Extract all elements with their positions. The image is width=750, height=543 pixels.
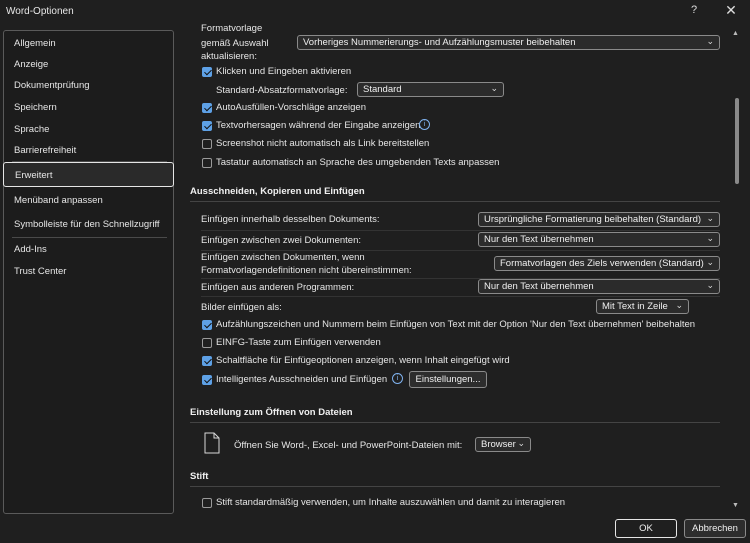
chevron-down-icon: ⌄ — [706, 213, 714, 223]
keyboard-lang-label: Tastatur automatisch an Sprache des umge… — [216, 157, 500, 168]
sidebar-divider — [12, 237, 167, 238]
paste-conflict-label-1: Einfügen zwischen Dokumenten, wenn — [201, 252, 365, 263]
format-update-dropdown[interactable]: Vorheriges Nummerierungs- und Aufzählung… — [297, 35, 720, 50]
settings-button[interactable]: Einstellungen... — [409, 371, 487, 388]
paste-within-value: Ursprüngliche Formatierung beibehalten (… — [484, 214, 702, 225]
pen-label: Stift standardmäßig verwenden, um Inhalt… — [216, 497, 566, 508]
sidebar-item-allgemein[interactable]: Allgemein — [14, 38, 56, 49]
sidebar-item-erweitert[interactable]: Erweitert — [3, 162, 174, 187]
help-icon[interactable]: ? — [687, 4, 701, 16]
scroll-up-arrow-icon[interactable]: ▲ — [732, 30, 739, 37]
chevron-down-icon: ⌄ — [490, 83, 498, 93]
smart-cut-label: Intelligentes Ausschneiden und Einfügen — [216, 374, 388, 385]
info-icon[interactable]: i — [419, 119, 430, 130]
paste-between-label: Einfügen zwischen zwei Dokumenten: — [201, 235, 362, 246]
sidebar-item-dokumentpruefung[interactable]: Dokumentprüfung — [14, 80, 90, 91]
paste-options-label: Schaltfläche für Einfügeoptionen anzeige… — [216, 355, 510, 366]
window-title: Word-Optionen — [6, 6, 74, 17]
click-type-label: Klicken und Eingeben aktivieren — [216, 66, 352, 77]
paste-within-label: Einfügen innerhalb desselben Dokuments: — [201, 214, 380, 225]
section-divider — [190, 422, 720, 423]
screenshot-link-label: Screenshot nicht automatisch als Link be… — [216, 138, 430, 149]
std-para-value: Standard — [363, 84, 402, 95]
bullets-checkbox[interactable] — [202, 320, 212, 330]
row-divider — [201, 296, 720, 297]
paste-conflict-value: Formatvorlagen des Ziels verwenden (Stan… — [500, 258, 704, 269]
open-files-label: Öffnen Sie Word-, Excel- und PowerPoint-… — [234, 440, 463, 451]
predictions-checkbox[interactable] — [202, 121, 212, 131]
images-value: Mit Text in Zeile — [602, 301, 668, 312]
scrollbar[interactable]: ▲ ▼ — [731, 28, 743, 514]
info-icon[interactable]: i — [392, 373, 403, 384]
chevron-down-icon: ⌄ — [706, 280, 714, 290]
autofill-label: AutoAusfüllen-Vorschläge anzeigen — [216, 102, 366, 113]
sidebar-item-sprache[interactable]: Sprache — [14, 124, 49, 135]
images-dropdown[interactable]: Mit Text in Zeile ⌄ — [596, 299, 689, 314]
options-panel: Formatvorlage gemäß Auswahl aktualisiere… — [178, 24, 730, 516]
section-divider — [190, 201, 720, 202]
paste-conflict-dropdown[interactable]: Formatvorlagen des Ziels verwenden (Stan… — [494, 256, 720, 271]
scrollbar-thumb[interactable] — [735, 98, 739, 184]
scroll-down-arrow-icon[interactable]: ▼ — [732, 502, 739, 509]
chevron-down-icon: ⌄ — [517, 438, 525, 448]
row-divider — [201, 230, 720, 231]
paste-options-checkbox[interactable] — [202, 356, 212, 366]
sidebar-item-trust-center[interactable]: Trust Center — [14, 266, 66, 277]
open-files-heading: Einstellung zum Öffnen von Dateien — [190, 407, 353, 418]
format-label-line1: Formatvorlage — [201, 24, 263, 34]
chevron-down-icon: ⌄ — [675, 300, 683, 310]
std-para-dropdown[interactable]: Standard ⌄ — [357, 82, 504, 97]
file-icon — [204, 432, 220, 454]
sidebar-item-speichern[interactable]: Speichern — [14, 102, 57, 113]
format-label-line3: aktualisieren: — [201, 51, 257, 62]
paste-other-value: Nur den Text übernehmen — [484, 281, 594, 292]
sidebar-item-barrierefreiheit[interactable]: Barrierefreiheit — [14, 145, 76, 156]
sidebar: Allgemein Anzeige Dokumentprüfung Speich… — [3, 30, 174, 514]
open-files-dropdown[interactable]: Browser ⌄ — [475, 437, 531, 452]
pen-checkbox[interactable] — [202, 498, 212, 508]
paste-other-dropdown[interactable]: Nur den Text übernehmen ⌄ — [478, 279, 720, 294]
keyboard-lang-checkbox[interactable] — [202, 158, 212, 168]
format-label-line2: gemäß Auswahl — [201, 38, 269, 49]
insert-key-checkbox[interactable] — [202, 338, 212, 348]
sidebar-item-symbolleiste[interactable]: Symbolleiste für den Schnellzugriff — [14, 219, 160, 230]
title-bar: Word-Optionen ? ✕ — [0, 0, 750, 24]
paste-between-dropdown[interactable]: Nur den Text übernehmen ⌄ — [478, 232, 720, 247]
cancel-button[interactable]: Abbrechen — [684, 519, 746, 538]
section-divider — [190, 486, 720, 487]
format-update-value: Vorheriges Nummerierungs- und Aufzählung… — [303, 37, 576, 48]
cutcopy-heading: Ausschneiden, Kopieren und Einfügen — [190, 186, 365, 197]
screenshot-link-checkbox[interactable] — [202, 139, 212, 149]
paste-conflict-label-2: Formatvorlagendefinitionen nicht überein… — [201, 265, 412, 276]
click-type-checkbox[interactable] — [202, 67, 212, 77]
chevron-down-icon: ⌄ — [706, 36, 714, 46]
smart-cut-checkbox[interactable] — [202, 375, 212, 385]
std-para-label: Standard-Absatzformatvorlage: — [216, 85, 348, 96]
autofill-checkbox[interactable] — [202, 103, 212, 113]
insert-key-label: EINFG-Taste zum Einfügen verwenden — [216, 337, 381, 348]
predictions-label: Textvorhersagen während der Eingabe anze… — [216, 120, 421, 131]
chevron-down-icon: ⌄ — [706, 257, 714, 267]
images-label: Bilder einfügen als: — [201, 302, 282, 313]
sidebar-item-addins[interactable]: Add-Ins — [14, 244, 47, 255]
bullets-label: Aufzählungszeichen und Nummern beim Einf… — [216, 319, 696, 330]
pen-heading: Stift — [190, 471, 209, 482]
ok-button[interactable]: OK — [615, 519, 677, 538]
paste-within-dropdown[interactable]: Ursprüngliche Formatierung beibehalten (… — [478, 212, 720, 227]
row-divider — [201, 250, 720, 251]
sidebar-item-anzeige[interactable]: Anzeige — [14, 59, 48, 70]
chevron-down-icon: ⌄ — [706, 233, 714, 243]
sidebar-item-menueband[interactable]: Menüband anpassen — [14, 195, 103, 206]
paste-between-value: Nur den Text übernehmen — [484, 234, 594, 245]
paste-other-label: Einfügen aus anderen Programmen: — [201, 282, 355, 293]
open-files-value: Browser — [481, 439, 516, 450]
close-icon[interactable]: ✕ — [723, 2, 739, 19]
